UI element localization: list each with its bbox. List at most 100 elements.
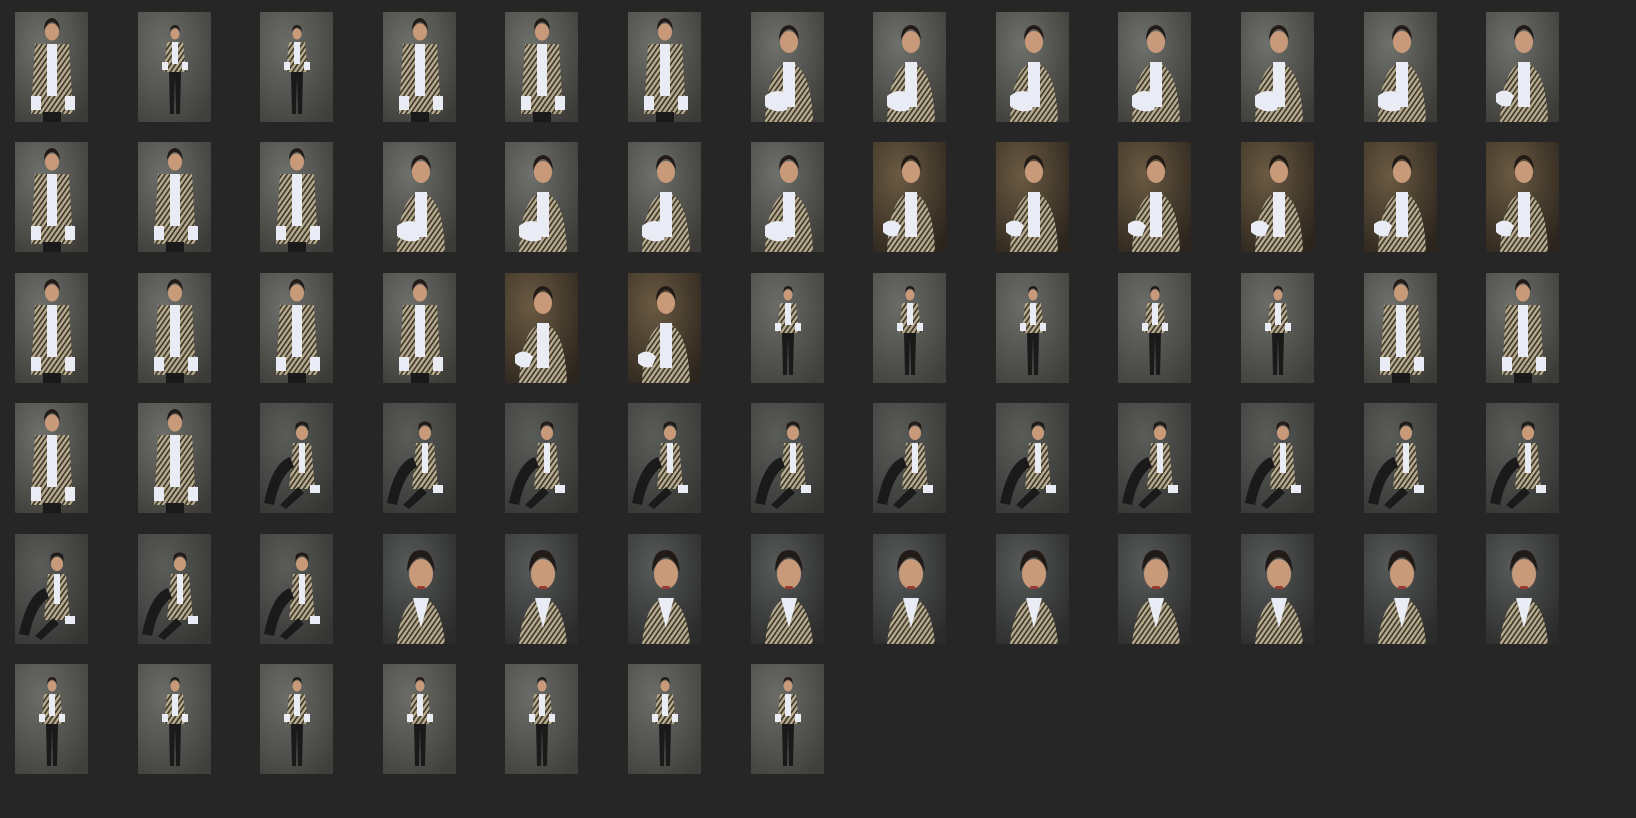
- photo-image: [1486, 403, 1559, 513]
- photo-thumbnail[interactable]: [1364, 142, 1437, 252]
- photo-thumbnail[interactable]: [996, 12, 1069, 122]
- photo-thumbnail[interactable]: [873, 273, 946, 383]
- photo-thumbnail[interactable]: [1486, 273, 1559, 383]
- photo-thumbnail[interactable]: [1241, 142, 1314, 252]
- photo-image: [996, 403, 1069, 513]
- photo-thumbnail[interactable]: [751, 534, 824, 644]
- photo-thumbnail[interactable]: [751, 403, 824, 513]
- photo-image: [873, 142, 946, 252]
- photo-thumbnail[interactable]: [1241, 403, 1314, 513]
- photo-image: [1486, 142, 1559, 252]
- photo-thumbnail[interactable]: [383, 12, 456, 122]
- photo-image: [138, 403, 211, 513]
- photo-image: [1364, 534, 1437, 644]
- photo-thumbnail[interactable]: [628, 12, 701, 122]
- photo-image: [1241, 142, 1314, 252]
- photo-thumbnail[interactable]: [138, 403, 211, 513]
- photo-image: [260, 273, 333, 383]
- photo-thumbnail[interactable]: [260, 273, 333, 383]
- photo-thumbnail[interactable]: [138, 273, 211, 383]
- photo-thumbnail[interactable]: [383, 664, 456, 774]
- photo-thumbnail[interactable]: [138, 142, 211, 252]
- photo-image: [138, 534, 211, 644]
- photo-thumbnail[interactable]: [751, 273, 824, 383]
- photo-image: [138, 12, 211, 122]
- photo-thumbnail[interactable]: [996, 534, 1069, 644]
- photo-thumbnail[interactable]: [751, 142, 824, 252]
- photo-thumbnail[interactable]: [1118, 403, 1191, 513]
- photo-thumbnail[interactable]: [873, 534, 946, 644]
- photo-image: [996, 534, 1069, 644]
- photo-thumbnail[interactable]: [505, 403, 578, 513]
- photo-thumbnail[interactable]: [260, 12, 333, 122]
- photo-thumbnail[interactable]: [383, 273, 456, 383]
- photo-image: [383, 534, 456, 644]
- photo-image: [138, 142, 211, 252]
- photo-image: [996, 12, 1069, 122]
- photo-thumbnail[interactable]: [1486, 534, 1559, 644]
- photo-thumbnail[interactable]: [1486, 403, 1559, 513]
- photo-image: [873, 273, 946, 383]
- photo-thumbnail[interactable]: [260, 403, 333, 513]
- photo-thumbnail[interactable]: [628, 273, 701, 383]
- photo-image: [1486, 534, 1559, 644]
- photo-thumbnail[interactable]: [996, 273, 1069, 383]
- photo-thumbnail[interactable]: [1118, 142, 1191, 252]
- photo-thumbnail[interactable]: [260, 664, 333, 774]
- photo-thumbnail[interactable]: [15, 12, 88, 122]
- photo-thumbnail[interactable]: [996, 142, 1069, 252]
- photo-image: [1241, 12, 1314, 122]
- photo-thumbnail[interactable]: [15, 664, 88, 774]
- photo-thumbnail[interactable]: [138, 534, 211, 644]
- photo-thumbnail[interactable]: [1364, 403, 1437, 513]
- photo-image: [1486, 273, 1559, 383]
- photo-thumbnail[interactable]: [751, 12, 824, 122]
- photo-thumbnail[interactable]: [383, 534, 456, 644]
- photo-thumbnail[interactable]: [15, 403, 88, 513]
- photo-thumbnail[interactable]: [1364, 273, 1437, 383]
- photo-thumbnail[interactable]: [873, 403, 946, 513]
- photo-thumbnail[interactable]: [873, 12, 946, 122]
- photo-thumbnail[interactable]: [1118, 12, 1191, 122]
- photo-thumbnail[interactable]: [505, 534, 578, 644]
- photo-thumbnail[interactable]: [1486, 12, 1559, 122]
- photo-thumbnail[interactable]: [260, 142, 333, 252]
- photo-image: [383, 403, 456, 513]
- photo-image: [751, 534, 824, 644]
- photo-thumbnail[interactable]: [15, 273, 88, 383]
- photo-thumbnail[interactable]: [1486, 142, 1559, 252]
- photo-thumbnail[interactable]: [15, 534, 88, 644]
- photo-thumbnail[interactable]: [383, 403, 456, 513]
- photo-thumbnail[interactable]: [138, 664, 211, 774]
- photo-thumbnail[interactable]: [1364, 12, 1437, 122]
- photo-thumbnail[interactable]: [1118, 534, 1191, 644]
- photo-thumbnail[interactable]: [628, 142, 701, 252]
- photo-thumbnail[interactable]: [873, 142, 946, 252]
- photo-image: [1486, 12, 1559, 122]
- photo-thumbnail[interactable]: [260, 534, 333, 644]
- photo-thumbnail[interactable]: [1241, 534, 1314, 644]
- photo-thumbnail[interactable]: [15, 142, 88, 252]
- photo-thumbnail[interactable]: [505, 273, 578, 383]
- photo-thumbnail[interactable]: [505, 664, 578, 774]
- photo-image: [751, 403, 824, 513]
- photo-image: [383, 664, 456, 774]
- photo-image: [628, 142, 701, 252]
- photo-thumbnail[interactable]: [751, 664, 824, 774]
- photo-thumbnail[interactable]: [996, 403, 1069, 513]
- photo-thumbnail[interactable]: [505, 12, 578, 122]
- photo-thumbnail[interactable]: [383, 142, 456, 252]
- photo-thumbnail[interactable]: [628, 534, 701, 644]
- photo-image: [138, 273, 211, 383]
- photo-image: [751, 664, 824, 774]
- photo-thumbnail[interactable]: [628, 664, 701, 774]
- photo-thumbnail[interactable]: [1241, 273, 1314, 383]
- photo-image: [260, 664, 333, 774]
- photo-thumbnail[interactable]: [1241, 12, 1314, 122]
- photo-thumbnail[interactable]: [505, 142, 578, 252]
- photo-image: [1118, 403, 1191, 513]
- photo-thumbnail[interactable]: [1364, 534, 1437, 644]
- photo-thumbnail[interactable]: [1118, 273, 1191, 383]
- photo-thumbnail[interactable]: [138, 12, 211, 122]
- photo-thumbnail[interactable]: [628, 403, 701, 513]
